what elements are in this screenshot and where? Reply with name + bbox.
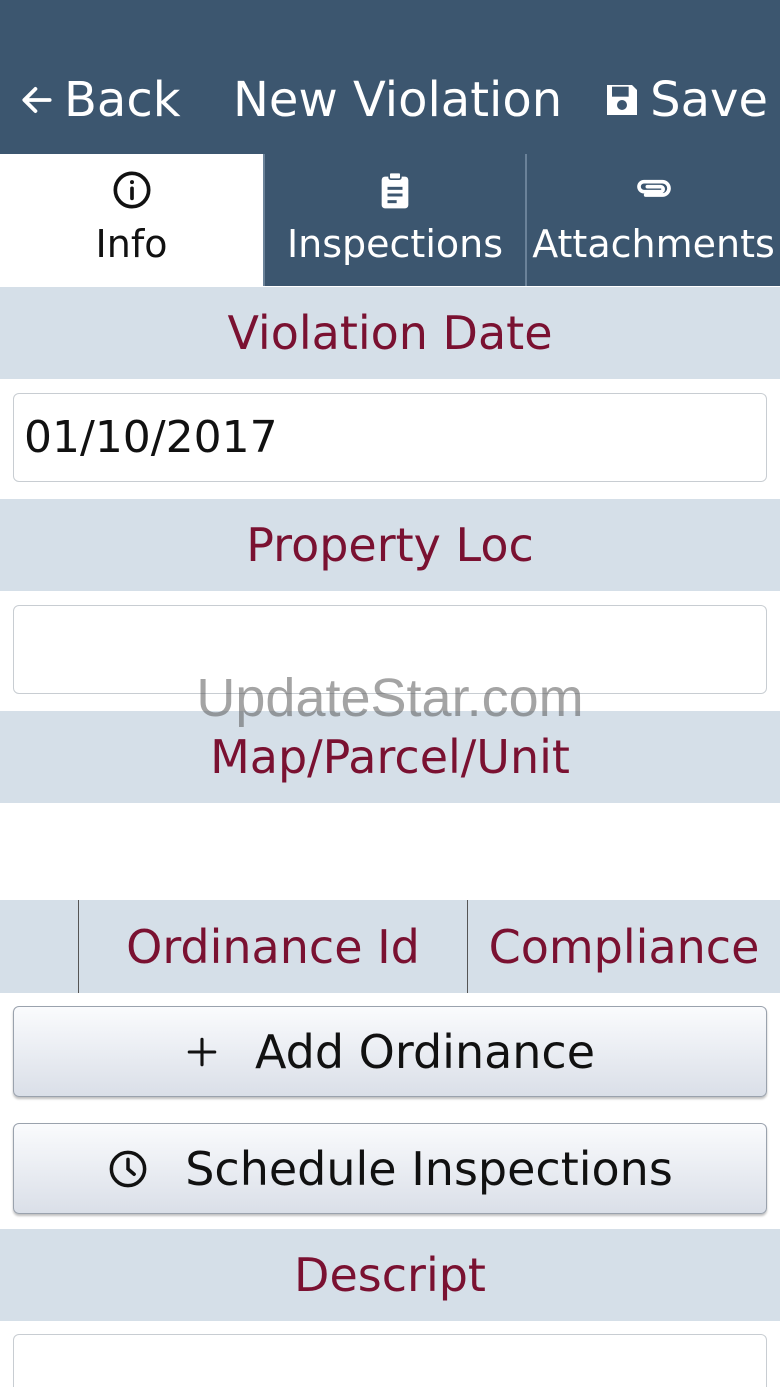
add-ordinance-label: Add Ordinance — [254, 1024, 596, 1079]
violation-date-field[interactable]: 01/10/2017 — [13, 393, 767, 482]
floppy-disk-icon — [607, 85, 638, 115]
tab-attachments[interactable]: Attachments — [525, 154, 780, 286]
tab-inspections-label: Inspections — [286, 222, 504, 266]
back-label: Back — [64, 72, 181, 128]
column-header-compliance[interactable]: Compliance — [468, 900, 780, 993]
info-circle-icon — [113, 171, 150, 209]
column-header-select — [0, 900, 78, 993]
plus-icon — [185, 1035, 219, 1069]
descript-field[interactable] — [13, 1334, 767, 1387]
tab-inspections[interactable]: Inspections — [263, 154, 525, 286]
property-loc-field[interactable] — [13, 605, 767, 694]
schedule-inspections-button[interactable]: Schedule Inspections — [13, 1123, 767, 1214]
arrow-left-icon — [22, 87, 52, 113]
tab-attachments-label: Attachments — [532, 222, 775, 266]
tab-bar: Info Inspections Attachments — [0, 154, 780, 286]
clock-icon — [107, 1148, 149, 1190]
violation-date-header: Violation Date — [0, 287, 780, 379]
descript-header: Descript — [0, 1229, 780, 1321]
tab-info[interactable]: Info — [0, 154, 263, 286]
tab-info-label: Info — [95, 222, 168, 266]
add-ordinance-button[interactable]: Add Ordinance — [13, 1006, 767, 1097]
app-header: Back New Violation Save — [0, 0, 780, 154]
clipboard-icon — [381, 171, 409, 209]
property-loc-header: Property Loc — [0, 499, 780, 591]
save-label: Save — [650, 72, 768, 128]
schedule-inspections-label: Schedule Inspections — [185, 1141, 673, 1196]
ordinance-table-header: Ordinance Id Compliance — [0, 900, 780, 993]
paperclip-icon — [636, 179, 671, 197]
column-header-ordinance-id[interactable]: Ordinance Id — [79, 900, 467, 993]
map-parcel-unit-header: Map/Parcel/Unit — [0, 711, 780, 803]
page-title: New Violation — [233, 72, 563, 128]
save-button[interactable]: Save — [602, 70, 768, 130]
back-button[interactable]: Back — [18, 70, 181, 130]
